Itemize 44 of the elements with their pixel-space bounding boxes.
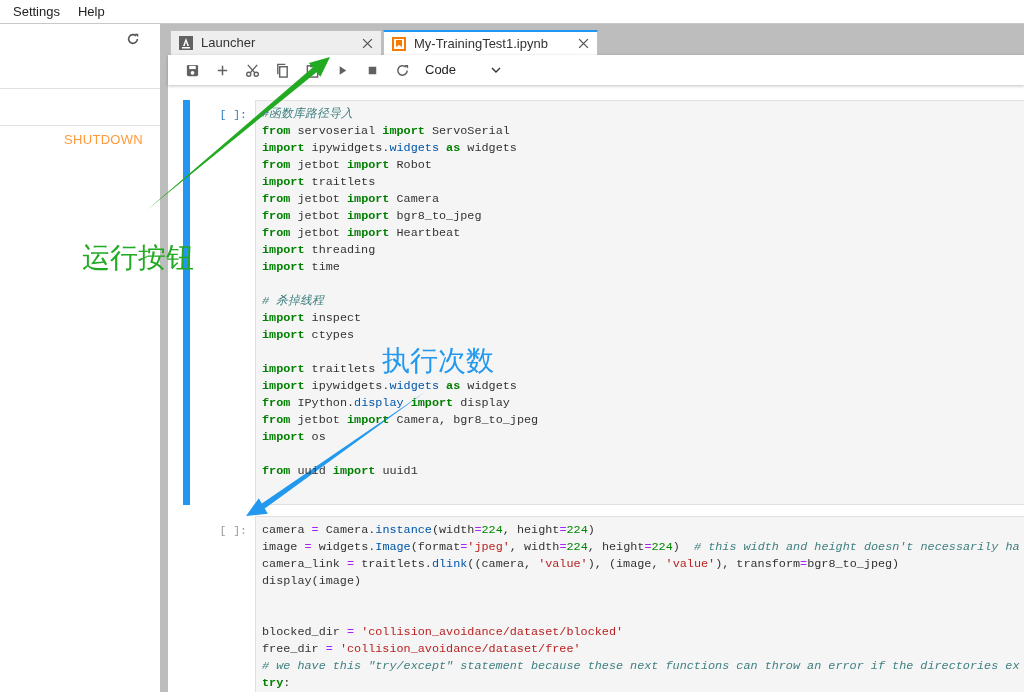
tab[interactable]: Launcher — [170, 30, 382, 55]
code-line: import traitlets — [262, 361, 376, 378]
code-line: # 杀掉线程 — [262, 293, 325, 310]
code-line: try: — [262, 675, 291, 692]
code-line: from jetbot import bgr8_to_jpeg — [262, 208, 482, 225]
notebook-icon — [392, 36, 406, 51]
code-line: display(image) — [262, 573, 362, 590]
close-icon[interactable] — [578, 38, 589, 49]
cell-prompt: [ ]: — [218, 107, 248, 123]
copy-icon — [274, 62, 290, 78]
cell-prompt: [ ]: — [218, 523, 248, 539]
code-line: import inspect — [262, 310, 362, 327]
code-cell[interactable] — [255, 100, 1024, 505]
close-icon[interactable] — [362, 37, 373, 49]
code-line: from servoserial import ServoSerial — [262, 123, 510, 140]
code-line: blocked_dir = 'collision_avoidance/dataset/blocked' — [262, 624, 624, 641]
cell-type-dropdown[interactable]: Code — [417, 60, 501, 80]
code-line: from IPython.display import display — [262, 395, 510, 412]
code-cell[interactable] — [255, 516, 1024, 692]
code-line: camera = Camera.instance(width=224, height=224) — [262, 522, 595, 539]
code-line: from jetbot import Heartbeat — [262, 225, 461, 242]
restart-icon — [394, 62, 410, 78]
caret-icon — [491, 67, 501, 73]
annotation-label: 执行次数 — [382, 346, 494, 376]
code-line: import os — [262, 429, 326, 446]
code-line: camera_link = traitlets.dlink((camera, 'value'), (image, 'value'), transform=bgr8_to_jpeg) — [262, 556, 900, 573]
code-line: import ipywidgets.widgets as widgets — [262, 378, 517, 395]
menu-item[interactable]: Settings — [4, 0, 69, 23]
menu-item[interactable]: Help — [69, 0, 114, 23]
cut-icon — [244, 62, 260, 78]
code-line: import ipywidgets.widgets as widgets — [262, 140, 517, 157]
code-line: from jetbot import Camera — [262, 191, 439, 208]
code-line: # we have this "try/except" statement because these next functions can throw an error if the directories ex — [262, 658, 1020, 675]
code-line: image = widgets.Image(format='jpeg', width=224, height=224) # this width and height doesn't necessarily ha — [262, 539, 1020, 556]
code-line: import traitlets — [262, 174, 376, 191]
save-icon — [184, 62, 200, 78]
refresh-icon[interactable] — [126, 32, 140, 46]
tab[interactable]: My-TrainingTest1.ipynb — [383, 30, 598, 55]
code-line: import time — [262, 259, 340, 276]
launcher-icon — [179, 36, 193, 50]
code-line: import threading — [262, 242, 376, 259]
code-line: from jetbot import Robot — [262, 157, 432, 174]
code-line: free_dir = 'collision_avoidance/dataset/free' — [262, 641, 581, 658]
code-line: import ctypes — [262, 327, 355, 344]
